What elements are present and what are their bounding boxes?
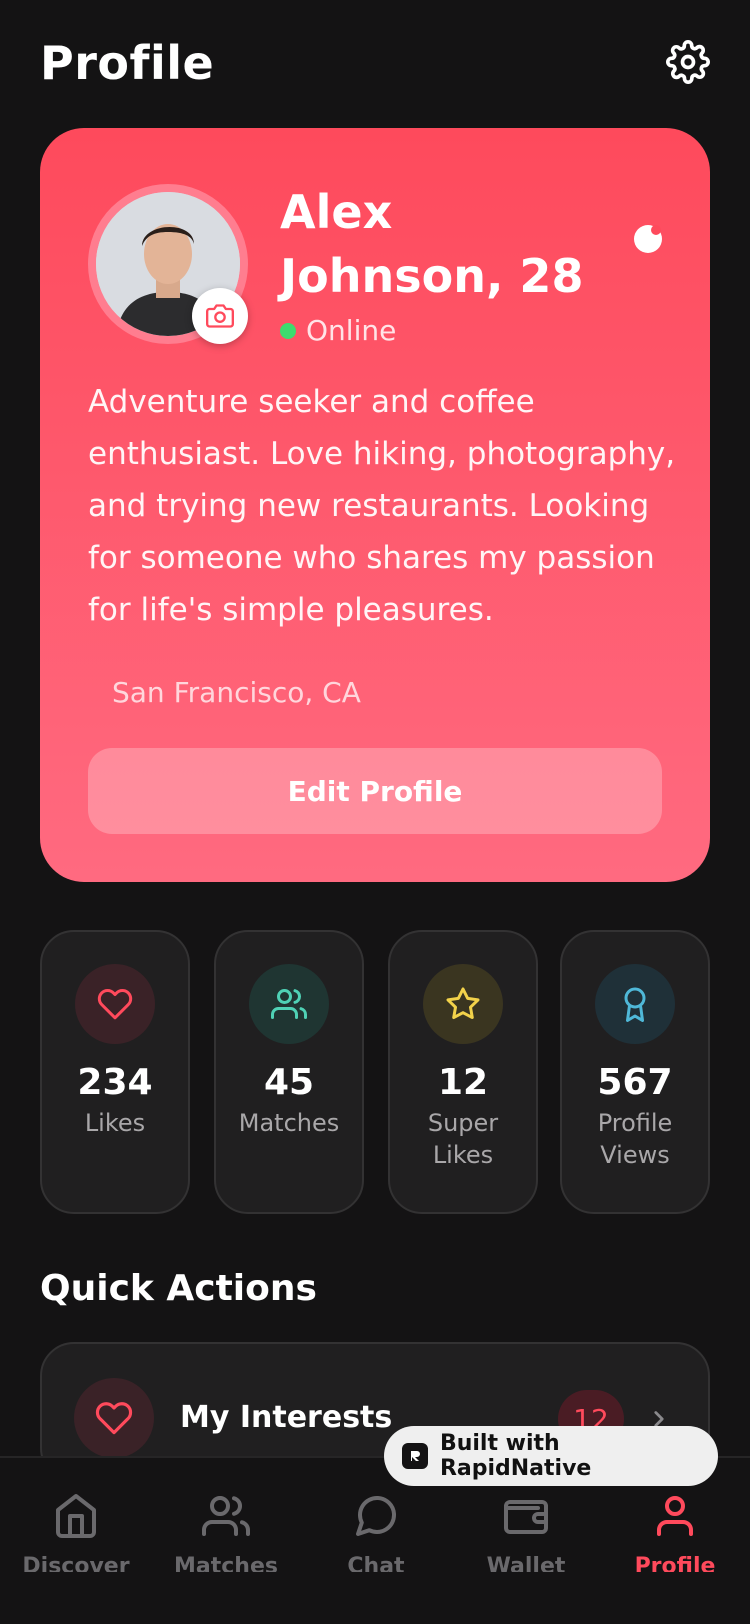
gear-icon[interactable] — [666, 40, 710, 84]
edit-profile-button[interactable]: Edit Profile — [88, 748, 662, 834]
stat-icon-circle — [423, 964, 503, 1044]
stat-value: 12 — [437, 1062, 489, 1103]
quick-actions-title: Quick Actions — [40, 1268, 317, 1309]
users-icon — [271, 989, 307, 1019]
user-icon — [657, 1496, 693, 1536]
stat-value: 567 — [597, 1062, 673, 1103]
qa-icon-circle — [74, 1378, 154, 1458]
stat-label: Likes — [84, 1109, 146, 1137]
online-dot — [280, 322, 296, 339]
stat-icon-circle — [595, 964, 675, 1044]
stat-value: 234 — [77, 1062, 153, 1103]
stat-card-profile-views[interactable]: 567 Profile Views — [560, 930, 710, 1214]
tab-label: Discover — [22, 1554, 130, 1572]
stat-icon-circle — [75, 964, 155, 1044]
stat-value: 45 — [263, 1062, 315, 1103]
home-icon — [56, 1494, 96, 1538]
tab-chat[interactable]: Chat — [311, 1492, 441, 1572]
stats-row: 234 Likes 45 Matches 12 Super Likes 567 … — [40, 930, 710, 1214]
tab-matches[interactable]: Matches — [161, 1492, 291, 1572]
verified-badge-icon — [634, 225, 662, 253]
tab-label: Matches — [174, 1554, 278, 1572]
chat-bubble-icon — [356, 1495, 397, 1536]
status-text: Online — [306, 314, 397, 347]
stat-label: Profile Views — [597, 1109, 673, 1169]
profile-location: San Francisco, CA — [112, 676, 361, 709]
tab-label: Wallet — [486, 1554, 566, 1572]
camera-icon — [206, 304, 234, 328]
star-icon — [446, 987, 480, 1020]
tab-label: Profile — [634, 1554, 716, 1572]
stat-label: Matches — [238, 1109, 340, 1137]
built-with-text: Built with RapidNative — [439, 1431, 592, 1481]
tab-label: Chat — [347, 1554, 405, 1572]
users-icon — [202, 1496, 250, 1536]
stat-card-likes[interactable]: 234 Likes — [40, 930, 190, 1214]
stat-label: Super Likes — [427, 1109, 499, 1169]
stat-icon-circle — [249, 964, 329, 1044]
stat-card-matches[interactable]: 45 Matches — [214, 930, 364, 1214]
wallet-icon — [504, 1500, 548, 1534]
heart-icon — [95, 1402, 133, 1435]
tab-wallet[interactable]: Wallet — [461, 1492, 591, 1572]
change-photo-button[interactable] — [192, 288, 248, 344]
profile-card: Alex Johnson, 28 Online Adventure seeker… — [40, 128, 710, 882]
page-title: Profile — [40, 36, 215, 90]
online-status: Online — [280, 314, 396, 347]
profile-bio: Adventure seeker and coffee enthusiast. … — [88, 384, 676, 628]
heart-icon — [97, 989, 133, 1020]
award-icon — [624, 987, 646, 1022]
built-with-badge[interactable]: Built with RapidNative — [384, 1426, 718, 1486]
rapidnative-logo-icon — [402, 1443, 428, 1469]
quick-action-label: My Interests — [180, 1400, 393, 1435]
tab-discover[interactable]: Discover — [11, 1492, 141, 1572]
tab-profile[interactable]: Profile — [610, 1492, 740, 1572]
stat-card-super-likes[interactable]: 12 Super Likes — [388, 930, 538, 1214]
profile-name: Alex Johnson, 28 — [280, 185, 584, 303]
header: Profile — [40, 36, 710, 96]
